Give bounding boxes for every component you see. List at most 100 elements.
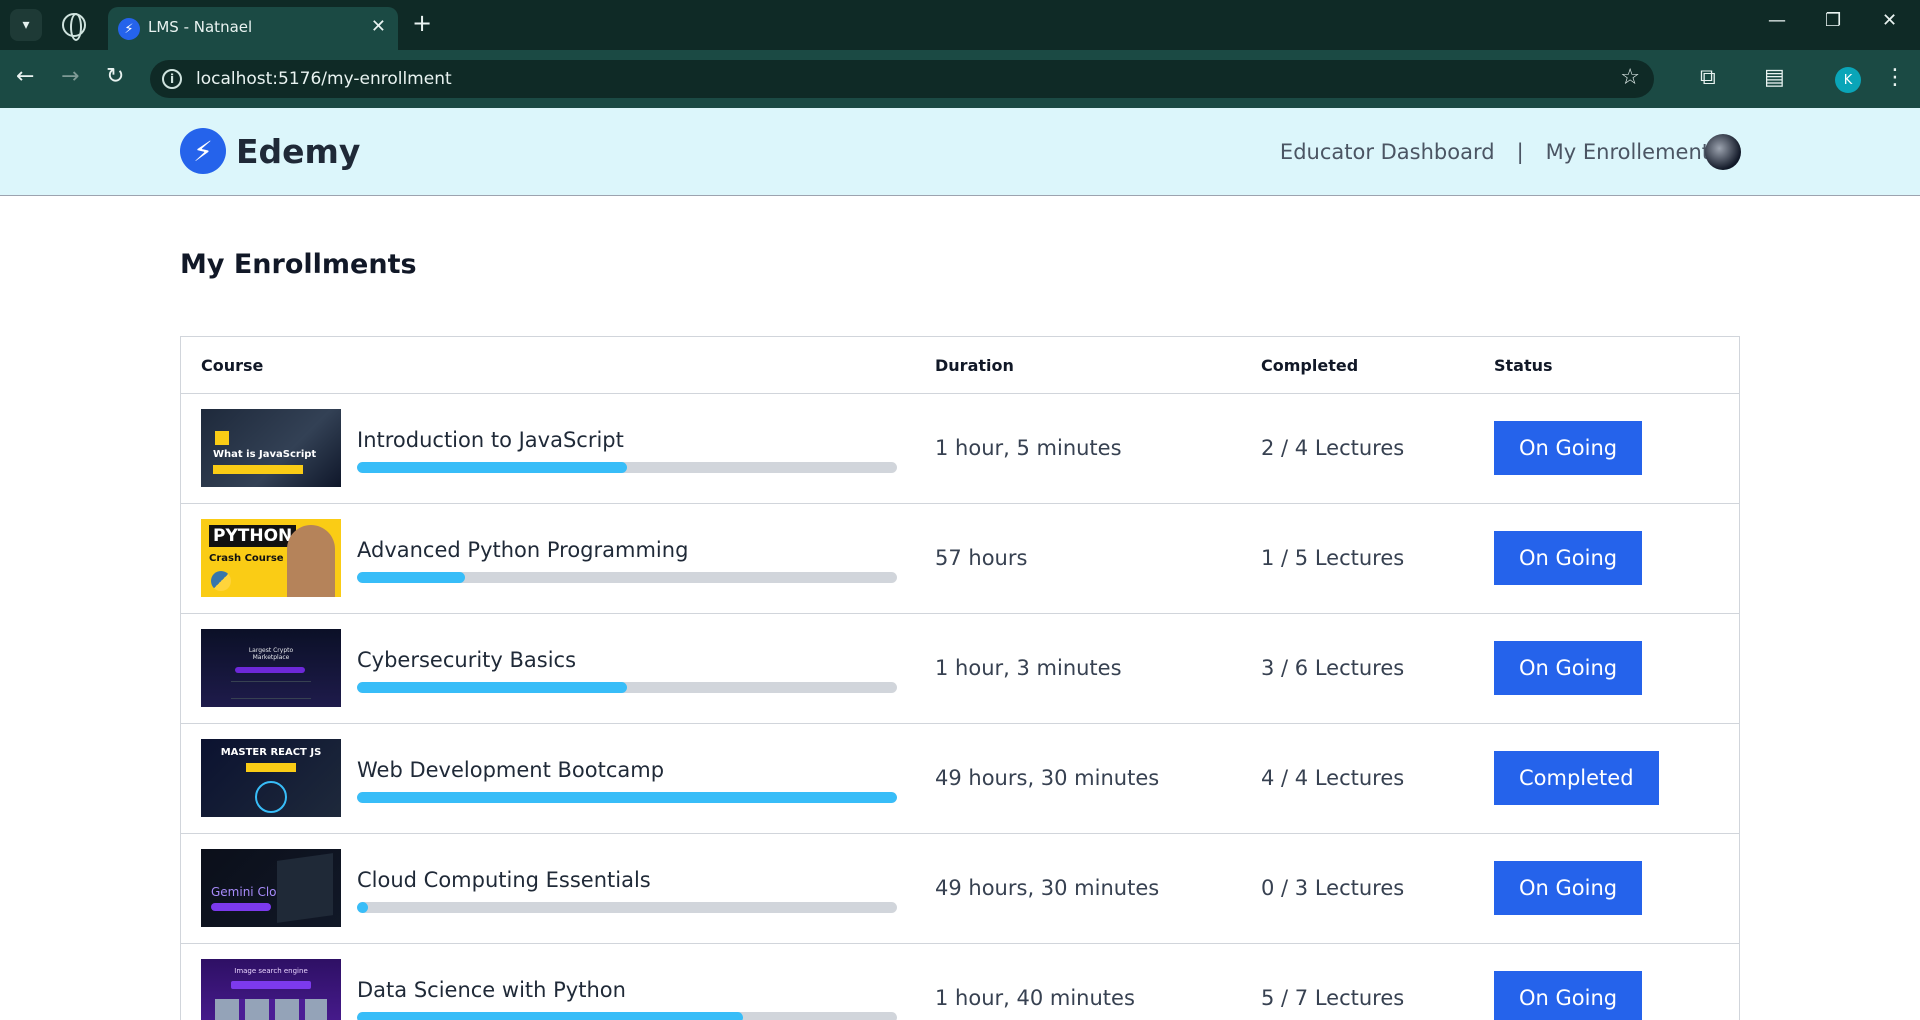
duration-cell: 57 hours [935,546,1028,570]
progress-bar [357,572,897,583]
completed-cell: 1 / 5 Lectures [1261,546,1405,570]
logo[interactable]: ⚡ Edemy [180,128,360,174]
site-header: ⚡ Edemy Educator Dashboard | My Enrollem… [0,108,1920,196]
bookmark-star-icon[interactable]: ☆ [1620,65,1640,90]
table-row: Gemini Clone Cloud Computing Essentials … [181,834,1739,944]
table-row: PYTHON Crash Course Advanced Python Prog… [181,504,1739,614]
progress-fill [357,462,627,473]
thumbnail-stripe [246,763,296,772]
thumbnail-stripe [211,903,271,911]
completed-cell: 4 / 4 Lectures [1261,766,1405,790]
browser-tabstrip: ▾ ⚡ LMS - Natnael ✕ + — ❐ ✕ [0,0,1920,50]
thumbnail-text: Largest Crypto Marketplace [248,647,294,661]
extensions-icon[interactable]: ⧉ [1700,65,1716,90]
status-button[interactable]: On Going [1494,531,1643,585]
status-button[interactable]: On Going [1494,641,1643,695]
reload-icon[interactable]: ↻ [106,66,124,88]
course-thumbnail[interactable]: Image search engine [201,959,341,1020]
completed-cell: 0 / 3 Lectures [1261,876,1405,900]
progress-fill [357,1012,743,1020]
close-window-icon[interactable]: ✕ [1882,10,1897,31]
globe-icon[interactable] [62,13,86,41]
duration-cell: 1 hour, 3 minutes [935,656,1122,680]
thumbnail-text: Image search engine [234,967,308,975]
duration-cell: 49 hours, 30 minutes [935,766,1160,790]
new-tab-icon[interactable]: + [412,9,432,37]
profile-avatar[interactable]: K [1835,67,1861,93]
minimize-icon[interactable]: — [1768,10,1786,31]
column-completed: Completed [1261,356,1359,375]
course-thumbnail[interactable]: Largest Crypto Marketplace [201,629,341,707]
thumbnail-text: What is JavaScript [213,449,317,460]
js-badge-icon [215,431,229,445]
column-status: Status [1494,356,1553,375]
thumbnail-lines [231,681,311,699]
progress-fill [357,902,368,913]
course-title[interactable]: Cybersecurity Basics [357,648,576,672]
thumbnail-bar [231,981,311,989]
thumbnail-images [215,999,327,1020]
browser-toolbar: ← → ↻ i localhost:5176/my-enrollment ☆ ⧉… [0,50,1920,108]
column-duration: Duration [935,356,1014,375]
address-bar[interactable]: i localhost:5176/my-enrollment ☆ [150,60,1654,98]
table-row: What is JavaScript Introduction to JavaS… [181,394,1739,504]
progress-bar [357,1012,897,1020]
status-button[interactable]: On Going [1494,421,1643,475]
browser-tab[interactable]: ⚡ LMS - Natnael ✕ [108,7,398,50]
site-info-icon[interactable]: i [162,69,182,89]
course-thumbnail[interactable]: MASTER REACT JS [201,739,341,817]
user-avatar[interactable] [1705,134,1741,170]
more-menu-icon[interactable]: ⋮ [1884,65,1906,90]
course-title[interactable]: Web Development Bootcamp [357,758,664,782]
progress-fill [357,792,897,803]
course-title[interactable]: Data Science with Python [357,978,626,1002]
duration-cell: 49 hours, 30 minutes [935,876,1160,900]
back-icon[interactable]: ← [16,66,34,88]
progress-bar [357,462,897,473]
course-thumbnail[interactable]: Gemini Clone [201,849,341,927]
column-course: Course [201,356,264,375]
duration-cell: 1 hour, 40 minutes [935,986,1135,1010]
url-text[interactable]: localhost:5176/my-enrollment [196,69,452,89]
completed-cell: 5 / 7 Lectures [1261,986,1405,1010]
favicon-icon: ⚡ [118,18,140,40]
forward-icon[interactable]: → [61,66,79,88]
course-thumbnail[interactable]: PYTHON Crash Course [201,519,341,597]
course-title[interactable]: Cloud Computing Essentials [357,868,651,892]
page-title: My Enrollments [180,249,417,280]
logo-text: Edemy [236,131,361,171]
tab-search-chevron-icon[interactable]: ▾ [10,9,42,41]
course-thumbnail[interactable]: What is JavaScript [201,409,341,487]
status-button[interactable]: On Going [1494,971,1643,1020]
table-row: Largest Crypto Marketplace Cybersecurity… [181,614,1739,724]
close-tab-icon[interactable]: ✕ [371,16,386,37]
thumbnail-bar [235,667,305,673]
completed-cell: 3 / 6 Lectures [1261,656,1405,680]
python-logo-icon [211,571,231,591]
thumbnail-subtext: Crash Course [209,553,284,564]
nav-my-enrollment[interactable]: My Enrollement [1546,140,1710,164]
course-title[interactable]: Advanced Python Programming [357,538,688,562]
thumbnail-stripe [213,465,303,474]
duration-cell: 1 hour, 5 minutes [935,436,1122,460]
enrollments-table: Course Duration Completed Status What is… [180,336,1740,1020]
table-row: Image search engine Data Science with Py… [181,944,1739,1020]
header-nav: Educator Dashboard | My Enrollement [1280,108,1710,196]
tab-title: LMS - Natnael [148,18,253,36]
course-title[interactable]: Introduction to JavaScript [357,428,624,452]
lightning-icon: ⚡ [180,128,226,174]
status-button[interactable]: On Going [1494,861,1643,915]
instructor-photo [287,525,335,597]
thumbnail-text: PYTHON [209,525,297,547]
progress-fill [357,572,465,583]
react-logo-icon [255,781,287,813]
table-row: MASTER REACT JS Web Development Bootcamp… [181,724,1739,834]
nav-educator-dashboard[interactable]: Educator Dashboard [1280,140,1495,164]
progress-bar [357,792,897,803]
thumbnail-panel [277,853,333,923]
reading-list-icon[interactable]: ▤ [1764,65,1785,90]
status-button[interactable]: Completed [1494,751,1659,805]
restore-icon[interactable]: ❐ [1825,10,1841,31]
nav-separator: | [1516,140,1524,164]
progress-fill [357,682,627,693]
